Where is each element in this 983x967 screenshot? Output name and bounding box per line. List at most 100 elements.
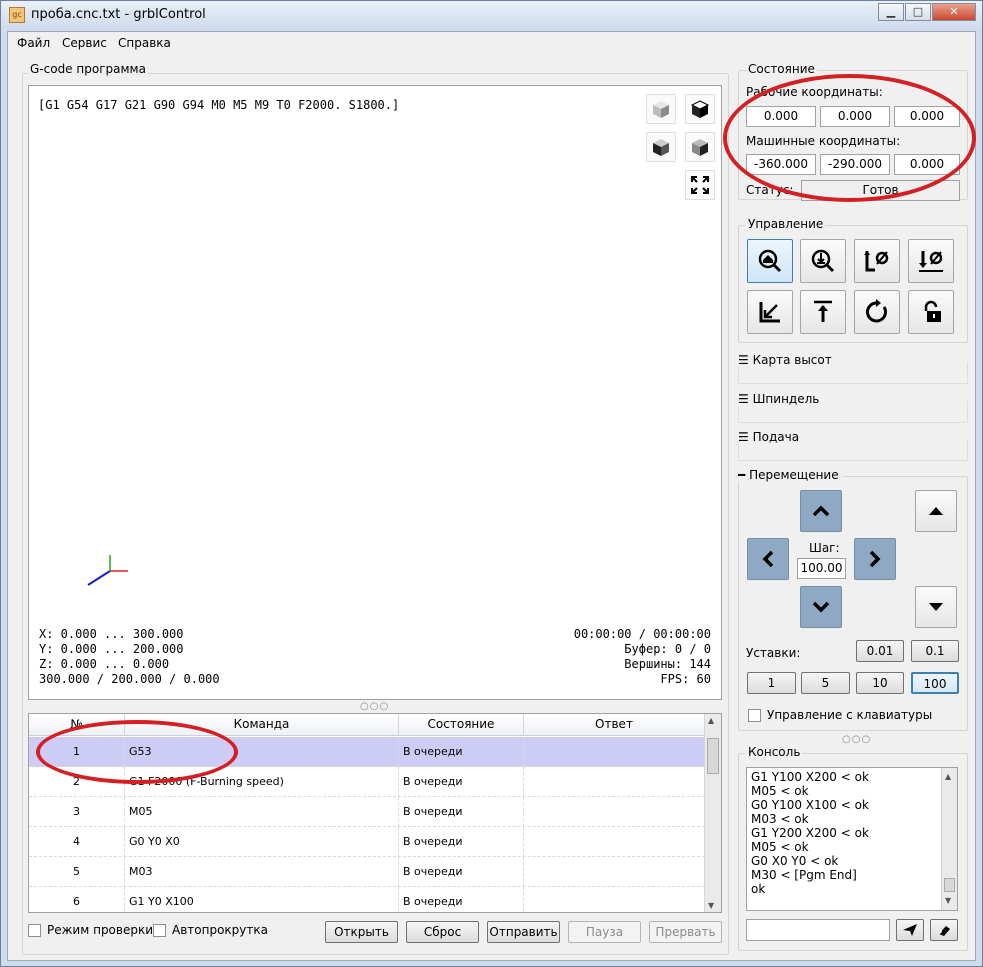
close-button[interactable]: ✕ — [932, 3, 976, 21]
fps-info: FPS: 60 — [660, 672, 711, 686]
view-front-button[interactable] — [646, 132, 676, 162]
jog-z-minus-button[interactable] — [915, 586, 957, 628]
heightmap-group-toggle[interactable]: ☰ Карта высот — [738, 353, 836, 367]
table-scroll-thumb[interactable] — [707, 738, 719, 774]
splitter-handle[interactable]: ○○○ — [360, 701, 389, 712]
cube-icon — [653, 101, 669, 118]
table-row[interactable]: 6 G1 Y0 X100 В очереди — [29, 887, 705, 912]
cube-left-icon — [692, 139, 708, 156]
fullscreen-icon — [691, 176, 709, 194]
home-button[interactable] — [747, 239, 793, 283]
console-send-button[interactable] — [896, 919, 924, 941]
minimize-button[interactable]: ▁ — [878, 3, 904, 21]
console-command-input[interactable] — [746, 919, 890, 941]
menu-help[interactable]: Справка — [118, 36, 171, 50]
zoom-probe-icon — [811, 249, 835, 273]
cube-front-icon — [653, 139, 669, 156]
table-row[interactable]: 5 M03 В очереди — [29, 857, 705, 887]
pause-button[interactable]: Пауза — [568, 921, 641, 943]
open-button[interactable]: Открыть — [325, 921, 398, 943]
console-scroll-up-icon[interactable]: ▲ — [945, 770, 951, 784]
bounds-z: Z: 0.000 ... 0.000 — [39, 657, 170, 671]
view-isometric-button[interactable] — [646, 94, 676, 124]
probe-z-button[interactable] — [800, 239, 846, 283]
soft-reset-button[interactable] — [854, 290, 900, 334]
spindle-group-toggle[interactable]: ☰ Шпиндель — [738, 392, 824, 406]
autoscroll-box[interactable] — [153, 923, 166, 937]
menu-service[interactable]: Сервис — [62, 36, 107, 50]
check-mode-checkbox[interactable]: Режим проверки — [28, 923, 153, 937]
check-mode-label: Режим проверки — [47, 923, 154, 937]
unlock-button[interactable] — [908, 290, 954, 334]
row-response — [524, 767, 705, 797]
zero-xy-button[interactable] — [854, 239, 900, 283]
eraser-icon — [938, 926, 950, 936]
zero-xy-icon — [864, 251, 889, 272]
cube-top-icon — [690, 100, 710, 118]
table-scrollbar[interactable]: ▲ ▼ — [704, 714, 721, 912]
safe-position-button[interactable] — [800, 290, 846, 334]
render-info: 00:00:00 / 00:00:00 Буфер: 0 / 0 Вершины… — [574, 627, 711, 687]
highlight-ellipse-first-row — [36, 720, 238, 784]
keyboard-control-checkbox[interactable]: Управление с клавиатуры — [748, 708, 932, 722]
row-number: 4 — [29, 827, 125, 857]
chevron-left-icon — [762, 550, 774, 568]
maximize-button[interactable]: □ — [905, 3, 931, 21]
console-clear-button[interactable] — [930, 919, 958, 941]
jog-z-plus-button[interactable] — [915, 490, 957, 532]
preset-01-button[interactable]: 0.1 — [911, 640, 959, 662]
zero-z-button[interactable] — [908, 239, 954, 283]
row-response — [524, 887, 705, 912]
raise-z-icon — [814, 300, 832, 322]
gcode-visualizer[interactable]: [G1 G54 G17 G21 G90 G94 M0 M5 M9 T0 F200… — [28, 85, 722, 700]
check-mode-box[interactable] — [28, 923, 41, 937]
column-state[interactable]: Состояние — [399, 714, 524, 736]
bounds-info: X: 0.000 ... 300.000 Y: 0.000 ... 200.00… — [39, 627, 220, 687]
row-command: M05 — [125, 797, 399, 827]
menu-bar: Файл Сервис Справка — [8, 32, 975, 54]
return-xy-button[interactable] — [747, 290, 793, 334]
jog-y-minus-button[interactable] — [800, 586, 842, 628]
view-top-button[interactable] — [685, 94, 715, 124]
keyboard-control-box[interactable] — [748, 708, 761, 722]
jog-x-minus-button[interactable] — [747, 538, 789, 580]
table-row[interactable]: 3 M05 В очереди — [29, 797, 705, 827]
column-response[interactable]: Ответ — [524, 714, 705, 736]
preset-5-button[interactable]: 5 — [801, 672, 850, 694]
row-command: M03 — [125, 857, 399, 887]
time-info: 00:00:00 / 00:00:00 — [573, 627, 711, 641]
preset-1-button[interactable]: 1 — [747, 672, 796, 694]
scroll-up-icon[interactable]: ▲ — [708, 716, 714, 725]
triangle-down-icon — [929, 603, 943, 611]
scroll-down-icon[interactable]: ▼ — [708, 901, 714, 910]
jog-x-plus-button[interactable] — [854, 538, 896, 580]
autoscroll-checkbox[interactable]: Автопрокрутка — [153, 923, 268, 937]
step-input[interactable]: 100.00 — [797, 558, 846, 579]
jog-y-plus-button[interactable] — [800, 490, 842, 532]
console-scrollbar[interactable]: ▲ ▼ — [941, 768, 957, 910]
console-group-title: Консоль — [746, 745, 803, 759]
preset-10-button[interactable]: 10 — [856, 672, 904, 694]
preset-100-button[interactable]: 100 — [911, 672, 959, 694]
console-output[interactable]: G1 Y100 X200 < ok M05 < ok G0 Y100 X100 < … — [746, 767, 958, 911]
console-line: M03 < ok — [751, 812, 809, 826]
chevron-right-icon — [869, 550, 881, 568]
console-scroll-down-icon[interactable]: ▼ — [945, 894, 951, 908]
jog-group-title: Перемещение — [749, 468, 839, 482]
abort-button[interactable]: Прервать — [649, 921, 722, 943]
heightmap-group-title: Карта высот — [752, 353, 832, 367]
reset-button[interactable]: Сброс — [406, 921, 479, 943]
right-splitter-handle[interactable]: ○○○ — [842, 734, 871, 745]
table-row[interactable]: 4 G0 Y0 X0 В очереди — [29, 827, 705, 857]
preset-001-button[interactable]: 0.01 — [856, 640, 904, 662]
view-left-button[interactable] — [685, 132, 715, 162]
send-button[interactable]: Отправить — [487, 921, 560, 943]
jog-group-toggle[interactable]: ━ Перемещение — [738, 468, 843, 482]
row-state: В очереди — [399, 767, 524, 797]
control-group-title: Управление — [746, 217, 826, 231]
feed-group-toggle[interactable]: ☰ Подача — [738, 430, 804, 444]
menu-file[interactable]: Файл — [17, 36, 50, 50]
fit-view-button[interactable] — [685, 170, 715, 200]
row-number: 5 — [29, 857, 125, 887]
console-scroll-thumb[interactable] — [944, 878, 955, 892]
